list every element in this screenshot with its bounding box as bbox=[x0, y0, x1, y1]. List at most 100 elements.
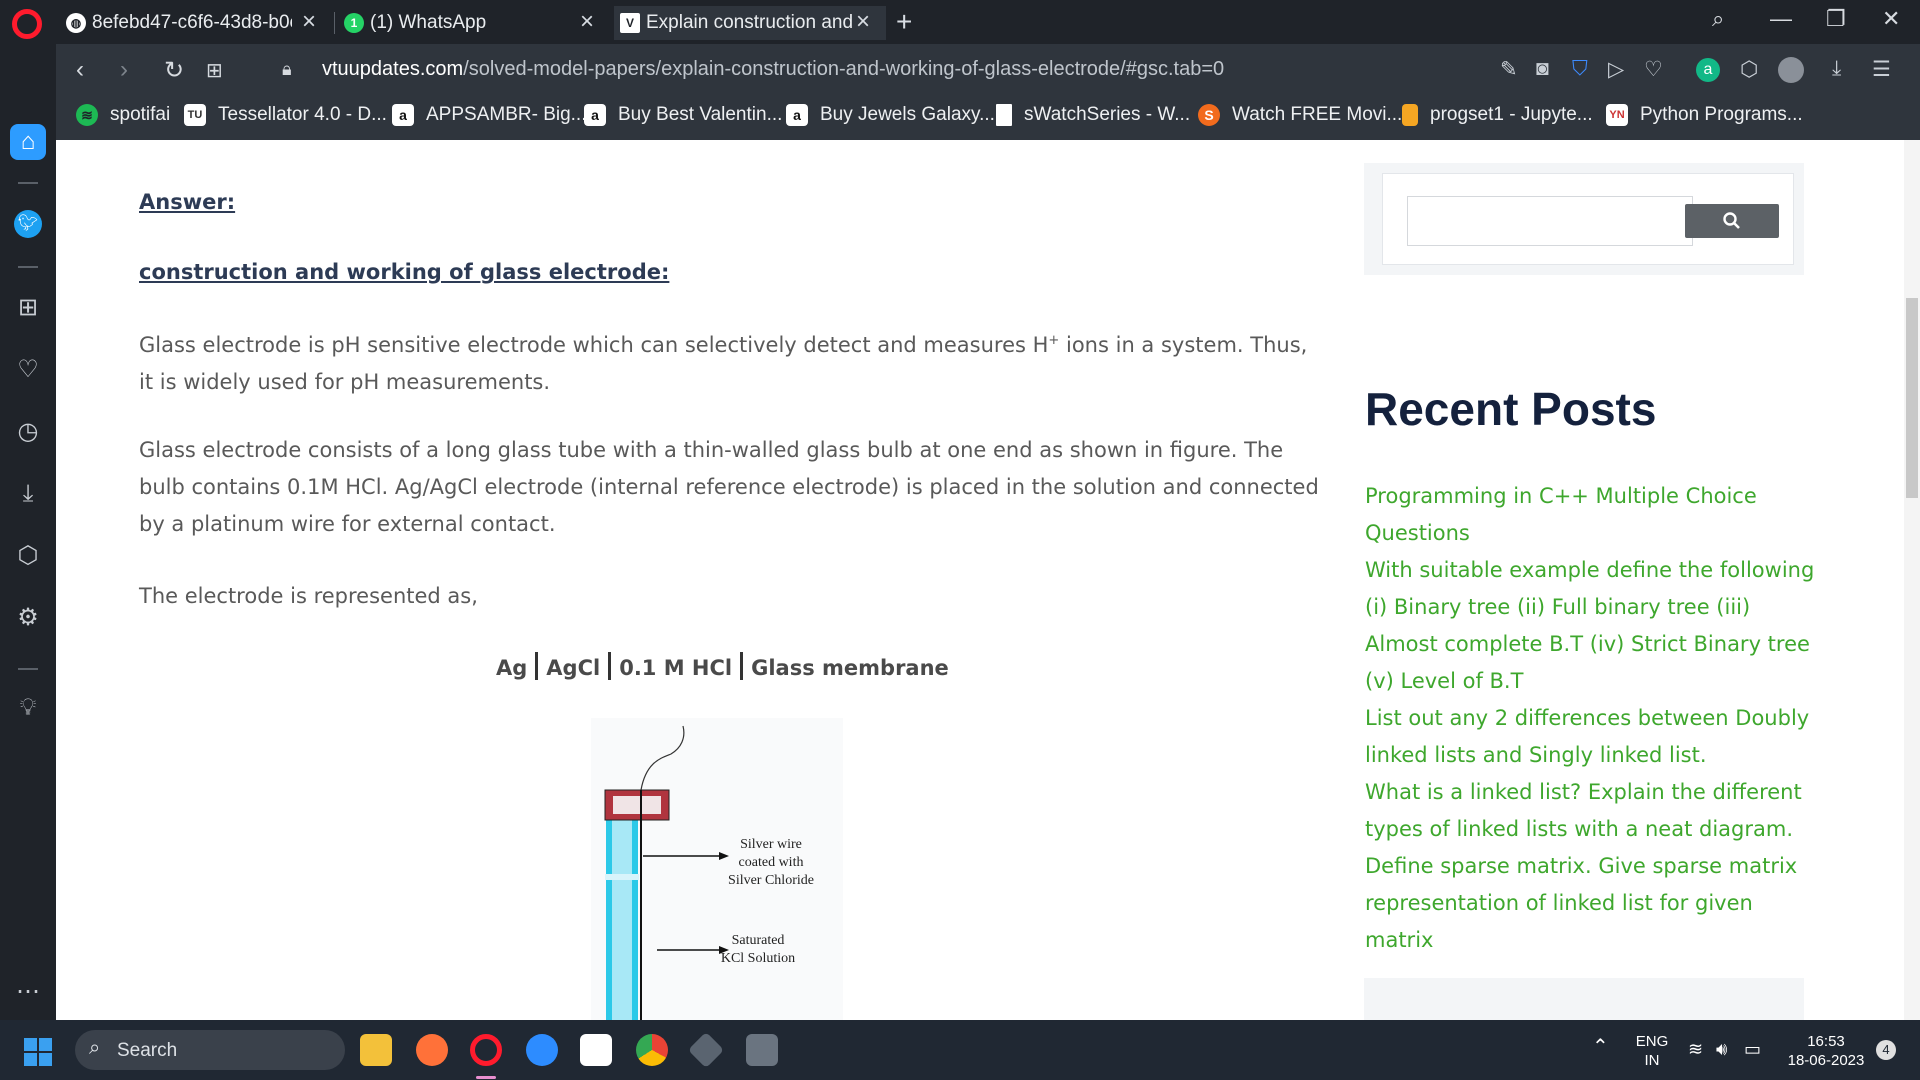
bookmarks-bar: ≋ spotifai TU Tessellator 4.0 - D... a APPS… bbox=[56, 96, 1920, 140]
history-icon[interactable]: ◷ bbox=[12, 416, 44, 448]
reload-icon[interactable]: ↻ bbox=[164, 56, 184, 85]
bookmark-appsambr[interactable]: a APPSAMBR- Big... bbox=[392, 104, 587, 126]
vertical-scrollbar[interactable] bbox=[1904, 140, 1920, 1020]
close-window-icon[interactable]: ✕ bbox=[1882, 6, 1900, 32]
settings-gear-icon[interactable]: ⚙ bbox=[12, 602, 44, 634]
url-field[interactable]: vtuupdates.com/solved-model-papers/expla… bbox=[322, 58, 1224, 81]
search-input[interactable] bbox=[1407, 196, 1643, 246]
shield-icon[interactable]: ⛉ bbox=[1572, 57, 1588, 81]
restore-icon[interactable]: ❐ bbox=[1826, 6, 1846, 32]
whatsapp-icon: 1 bbox=[344, 13, 364, 33]
notebook-icon bbox=[1402, 104, 1418, 126]
camera-icon[interactable]: ◙ bbox=[1536, 57, 1549, 81]
minimize-icon[interactable]: — bbox=[1770, 6, 1792, 32]
language-indicator[interactable]: ENG IN bbox=[1634, 1032, 1670, 1070]
glass-electrode-figure: Silver wire coated with Silver Chloride … bbox=[591, 718, 843, 1020]
tab-3-active[interactable]: V Explain construction and bbox=[614, 6, 886, 40]
search-button[interactable] bbox=[1685, 204, 1779, 238]
show-hidden-icons-chevron-icon[interactable]: ⌃ bbox=[1592, 1037, 1609, 1057]
bookmark-progset1[interactable]: progset1 - Jupyte... bbox=[1402, 104, 1593, 126]
tab-1[interactable]: ◍ 8efebd47-c6f6-43d8-b0e bbox=[66, 6, 314, 40]
taskbar-search[interactable]: ⌕ Search bbox=[75, 1030, 345, 1070]
windows-taskbar: ⌕ Search ⌃ ENG IN ≋ 🔊︎ ▭ 16:53 18-06-202… bbox=[0, 1020, 1920, 1080]
send-icon[interactable]: ▷ bbox=[1608, 57, 1624, 82]
bookmark-label: Watch FREE Movi... bbox=[1232, 104, 1403, 125]
tab-2-close-icon[interactable]: × bbox=[580, 8, 594, 36]
speed-dial-icon[interactable]: ⊞ bbox=[206, 58, 223, 83]
more-options-icon[interactable]: ⋯ bbox=[12, 976, 44, 1008]
recent-post-link[interactable]: List out any 2 differences between Doubl… bbox=[1365, 700, 1825, 774]
bookmark-spotifai[interactable]: ≋ spotifai bbox=[76, 104, 170, 126]
url-domain: vtuupdates.com bbox=[322, 58, 464, 80]
new-tab-icon[interactable]: + bbox=[896, 6, 912, 38]
amazon-icon: a bbox=[584, 104, 606, 126]
lock-icon[interactable]: 🔒︎ bbox=[282, 59, 292, 80]
back-icon[interactable]: ‹ bbox=[76, 56, 84, 84]
scrollbar-thumb[interactable] bbox=[1906, 298, 1918, 498]
easy-setup-icon[interactable]: ☰ bbox=[1872, 57, 1891, 82]
firefox-icon[interactable] bbox=[416, 1034, 448, 1066]
region-code: IN bbox=[1644, 1052, 1660, 1069]
windows-start-icon[interactable] bbox=[24, 1038, 52, 1066]
extensions-icon[interactable]: ⬡ bbox=[1740, 57, 1758, 82]
amazon-assistant-icon[interactable]: a bbox=[1696, 58, 1720, 82]
lang-code: ENG bbox=[1635, 1033, 1669, 1050]
bookmark-buy-jewels[interactable]: a Buy Jewels Galaxy... bbox=[786, 104, 995, 126]
battery-icon[interactable]: ▭ bbox=[1744, 1040, 1761, 1059]
tab-title: (1) WhatsApp bbox=[370, 12, 487, 33]
recent-post-link[interactable]: Define sparse matrix. Give sparse matrix… bbox=[1365, 848, 1825, 959]
tab-separator bbox=[334, 12, 335, 34]
bookmark-tessellator[interactable]: TU Tessellator 4.0 - D... bbox=[184, 104, 387, 126]
bookmarks-heart-icon[interactable]: ♡ bbox=[12, 354, 44, 386]
notation-glass-membrane: Glass membrane bbox=[751, 656, 949, 680]
answer-label: Answer: bbox=[139, 190, 236, 214]
bookmark-buy-best[interactable]: a Buy Best Valentin... bbox=[584, 104, 782, 126]
s-logo-icon: S bbox=[1198, 104, 1220, 126]
calculator-icon[interactable] bbox=[746, 1034, 778, 1066]
chrome-icon[interactable] bbox=[636, 1034, 668, 1066]
tab-3-close-icon[interactable]: × bbox=[856, 8, 870, 36]
forward-icon[interactable]: › bbox=[120, 56, 128, 84]
extensions-cube-icon[interactable]: ⬡ bbox=[12, 540, 44, 572]
bookmark-python-programs[interactable]: YN Python Programs... bbox=[1606, 104, 1803, 126]
tab-2[interactable]: 1 (1) WhatsApp bbox=[344, 6, 594, 40]
microsoft-store-icon[interactable] bbox=[580, 1034, 612, 1066]
recent-post-link[interactable]: What is a linked list? Explain the diffe… bbox=[1365, 774, 1825, 848]
opera-taskbar-icon[interactable] bbox=[470, 1034, 502, 1066]
notification-badge[interactable]: 4 bbox=[1876, 1040, 1896, 1060]
tips-lightbulb-icon[interactable]: 💡︎ bbox=[12, 692, 44, 724]
speed-dial-icon[interactable]: ⊞ bbox=[12, 292, 44, 324]
recent-post-link[interactable]: Programming in C++ Multiple Choice Quest… bbox=[1365, 478, 1825, 552]
heart-icon[interactable]: ♡ bbox=[1644, 57, 1663, 82]
opera-sidebar: ⌂ 🐦︎ ⊞ ♡ ◷ ⤓ ⬡ ⚙ 💡︎ ⋯ bbox=[0, 44, 56, 1020]
unity-icon[interactable] bbox=[687, 1031, 725, 1069]
twitter-icon[interactable]: 🐦︎ bbox=[14, 210, 42, 238]
profile-avatar-icon[interactable] bbox=[1778, 57, 1804, 83]
amazon-icon: a bbox=[392, 104, 414, 126]
notation-hcl: 0.1 M HCl bbox=[619, 656, 733, 680]
bookmark-label: spotifai bbox=[110, 104, 171, 125]
file-explorer-icon[interactable] bbox=[360, 1034, 392, 1066]
edit-icon[interactable]: ✎ bbox=[1500, 57, 1518, 82]
recent-post-link[interactable]: With suitable example define the followi… bbox=[1365, 552, 1825, 700]
volume-icon[interactable]: 🔊︎ bbox=[1716, 1040, 1727, 1059]
search-icon bbox=[1723, 212, 1740, 229]
notation-agcl: AgCl bbox=[546, 656, 601, 680]
superscript-plus: + bbox=[1048, 333, 1060, 348]
bookmark-swatchseries[interactable]: sWatchSeries - W... bbox=[996, 104, 1190, 126]
tab-1-close-icon[interactable]: × bbox=[302, 8, 316, 36]
wifi-icon[interactable]: ≋ bbox=[1688, 1040, 1703, 1059]
home-icon[interactable]: ⌂ bbox=[10, 124, 46, 160]
bookmark-label: Buy Jewels Galaxy... bbox=[820, 104, 995, 125]
zoom-icon[interactable] bbox=[526, 1034, 558, 1066]
clock[interactable]: 16:53 18-06-2023 bbox=[1780, 1032, 1872, 1070]
sidebar-divider bbox=[18, 182, 38, 184]
address-bar: ‹ › ↻ ⊞ 🔒︎ vtuupdates.com/solved-model-p… bbox=[56, 44, 1920, 96]
downloads-icon[interactable]: ⤓ bbox=[12, 478, 44, 510]
search-tabs-icon[interactable]: ⌕ bbox=[1712, 6, 1724, 32]
download-icon[interactable]: ⤓ bbox=[1832, 57, 1841, 81]
opera-logo-icon[interactable] bbox=[12, 9, 42, 39]
tab-strip: ◍ 8efebd47-c6f6-43d8-b0e × 1 (1) WhatsAp… bbox=[0, 0, 1920, 44]
bookmark-watch-free[interactable]: S Watch FREE Movi... bbox=[1198, 104, 1402, 126]
tu-icon: TU bbox=[184, 104, 206, 126]
